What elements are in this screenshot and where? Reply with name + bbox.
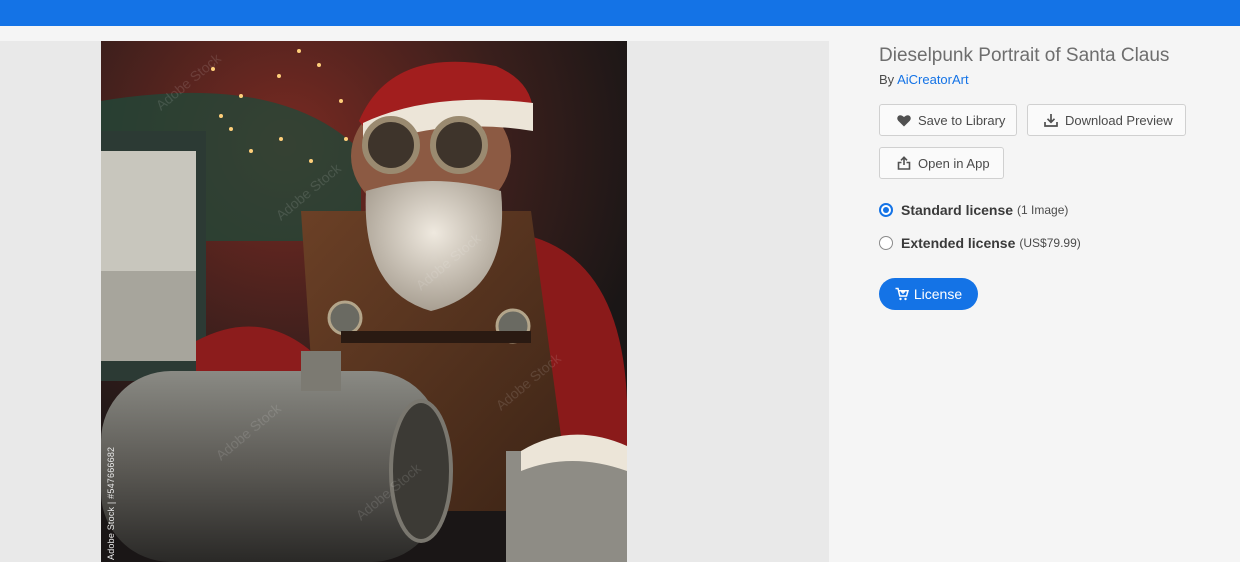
author-link[interactable]: AiCreatorArt [897, 72, 969, 87]
download-preview-button[interactable]: Download Preview [1027, 104, 1186, 136]
download-preview-label: Download Preview [1065, 112, 1173, 128]
author-byline: By AiCreatorArt [879, 72, 969, 87]
license-button[interactable]: License [879, 278, 978, 310]
santa-portrait-image: Adobe Stock Adobe Stock Adobe Stock Adob… [101, 41, 627, 562]
standard-license-radio[interactable] [879, 203, 893, 217]
cart-icon [895, 287, 909, 301]
license-button-label: License [913, 286, 963, 302]
sub-header-strip [0, 26, 1240, 41]
byline-prefix: By [879, 72, 895, 87]
standard-license-option[interactable]: Standard license (1 Image) [879, 202, 1068, 218]
top-navigation-bar [0, 0, 1240, 26]
stock-image-preview[interactable]: Adobe Stock Adobe Stock Adobe Stock Adob… [101, 41, 627, 562]
share-icon [896, 155, 912, 171]
save-to-library-button[interactable]: Save to Library [879, 104, 1017, 136]
open-in-app-button[interactable]: Open in App [879, 147, 1004, 179]
download-icon [1043, 112, 1059, 128]
heart-icon [896, 112, 912, 128]
standard-license-label: Standard license [901, 202, 1014, 218]
save-to-library-label: Save to Library [918, 112, 1006, 128]
extended-license-label: Extended license [901, 235, 1016, 251]
standard-license-detail: (1 Image) [1017, 203, 1069, 217]
open-in-app-label: Open in App [918, 155, 990, 171]
extended-license-radio[interactable] [879, 236, 893, 250]
extended-license-price: (US$79.99) [1019, 236, 1081, 250]
watermark-id-label: Adobe Stock | #547666682 [106, 446, 116, 560]
asset-title: Dieselpunk Portrait of Santa Claus [879, 45, 1170, 66]
extended-license-option[interactable]: Extended license (US$79.99) [879, 235, 1081, 251]
